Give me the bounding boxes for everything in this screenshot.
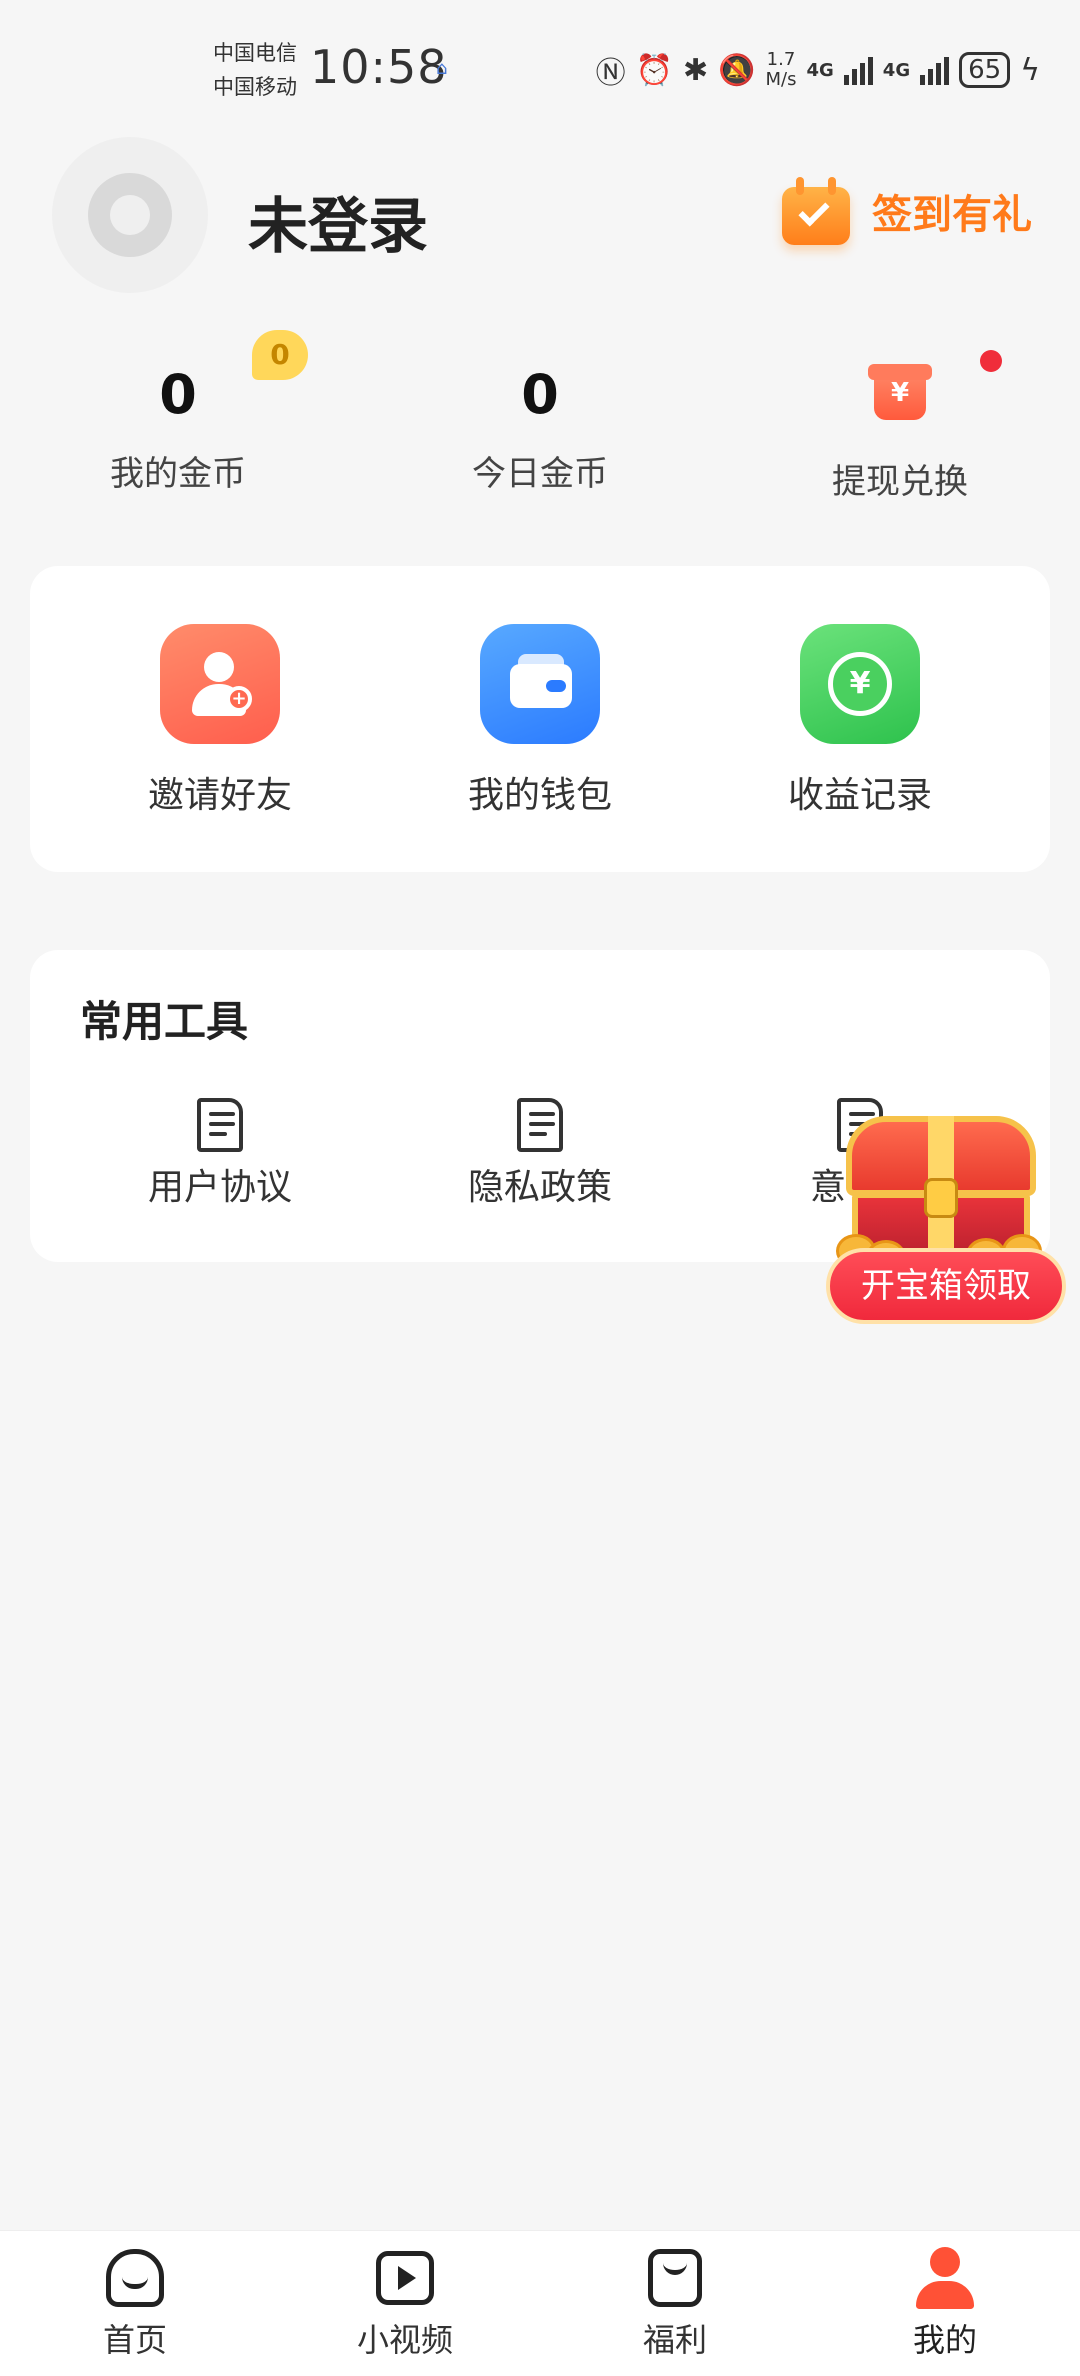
avatar-placeholder-icon	[88, 173, 172, 257]
invite-friends-label: 邀请好友	[147, 775, 292, 816]
privacy-policy-button[interactable]: 隐私政策	[430, 1098, 650, 1210]
status-icons: Ⓝ ⏰ ✱ 🔕 1.7 M/s 4G 4G 65 ϟ	[596, 48, 1040, 92]
nav-home[interactable]: 首页	[55, 2247, 215, 2361]
video-play-icon	[374, 2247, 436, 2309]
avatar[interactable]	[52, 137, 208, 293]
nav-me-label: 我的	[912, 2321, 977, 2359]
nav-home-label: 首页	[102, 2321, 167, 2359]
user-icon	[914, 2247, 976, 2309]
my-coins-stat[interactable]: 0 0 我的金币	[28, 330, 328, 495]
clock: 10:58	[310, 40, 448, 94]
signal-icon-1	[843, 55, 873, 85]
withdraw-stat[interactable]: ¥ 提现兑换	[750, 350, 1050, 503]
gift-bag-icon	[644, 2247, 706, 2309]
bluetooth-icon: ✱	[683, 52, 709, 88]
earnings-record-button[interactable]: ¥ 收益记录	[750, 624, 970, 818]
login-status[interactable]: 未登录	[248, 178, 428, 265]
wallet-icon	[480, 624, 600, 744]
yuan-coin-icon: ¥	[800, 624, 920, 744]
user-agreement-label: 用户协议	[147, 1167, 292, 1208]
bottom-nav: 首页 小视频 福利 我的	[0, 2230, 1080, 2376]
earnings-record-label: 收益记录	[787, 775, 932, 816]
my-wallet-button[interactable]: 我的钱包	[430, 624, 650, 818]
invite-user-icon: +	[160, 624, 280, 744]
checkin-button[interactable]: 签到有礼	[780, 175, 1032, 247]
open-chest-button[interactable]: 开宝箱领取	[826, 1248, 1066, 1324]
carrier-info: 中国电信 中国移动	[213, 36, 297, 104]
privacy-policy-label: 隐私政策	[467, 1167, 612, 1208]
carrier-2: 中国移动	[213, 75, 297, 99]
coin-badge: 0	[252, 330, 308, 380]
today-coins-stat[interactable]: 0 今日金币	[390, 360, 690, 495]
treasure-chest-widget[interactable]: 开宝箱领取	[826, 1106, 1066, 1326]
status-bar: 中国电信 中国移动 10:58 ⌂ Ⓝ ⏰ ✱ 🔕 1.7 M/s 4G 4G …	[0, 0, 1080, 120]
mute-icon: 🔕	[718, 52, 756, 88]
nav-me[interactable]: 我的	[865, 2247, 1025, 2361]
my-coins-label: 我的金币	[110, 454, 246, 494]
withdraw-label: 提现兑换	[832, 462, 968, 502]
nav-short-video[interactable]: 小视频	[325, 2247, 485, 2361]
battery-icon: 65	[959, 52, 1011, 88]
carrier-1: 中国电信	[213, 41, 297, 65]
alarm-icon: ⏰	[635, 52, 673, 88]
network-type-1: 4G	[806, 59, 834, 81]
network-speed: 1.7 M/s	[765, 49, 797, 90]
notification-dot	[980, 350, 1002, 372]
document-icon	[517, 1098, 563, 1152]
invite-friends-button[interactable]: + 邀请好友	[110, 624, 330, 818]
document-icon	[197, 1098, 243, 1152]
charging-icon: ϟ	[1020, 52, 1040, 88]
stats-row: 0 0 我的金币 0 今日金币 ¥ 提现兑换	[0, 330, 1080, 503]
network-type-2: 4G	[882, 59, 911, 81]
notification-icon: ⌂	[436, 58, 448, 79]
calendar-check-icon	[780, 175, 852, 247]
red-envelope-icon: ¥	[868, 364, 932, 420]
actions-card: + 邀请好友 我的钱包 ¥ 收益记录	[30, 566, 1050, 872]
nav-short-video-label: 小视频	[356, 2321, 453, 2359]
nav-welfare[interactable]: 福利	[595, 2247, 755, 2361]
my-wallet-label: 我的钱包	[467, 775, 612, 816]
nfc-icon: Ⓝ	[595, 56, 626, 91]
home-icon	[104, 2247, 166, 2309]
tools-title: 常用工具	[80, 997, 249, 1046]
checkin-label: 签到有礼	[872, 192, 1032, 238]
signal-icon-2	[920, 55, 950, 85]
user-agreement-button[interactable]: 用户协议	[110, 1098, 330, 1210]
today-coins-label: 今日金币	[472, 454, 608, 494]
today-coins-value: 0	[521, 363, 559, 426]
nav-welfare-label: 福利	[642, 2321, 707, 2359]
